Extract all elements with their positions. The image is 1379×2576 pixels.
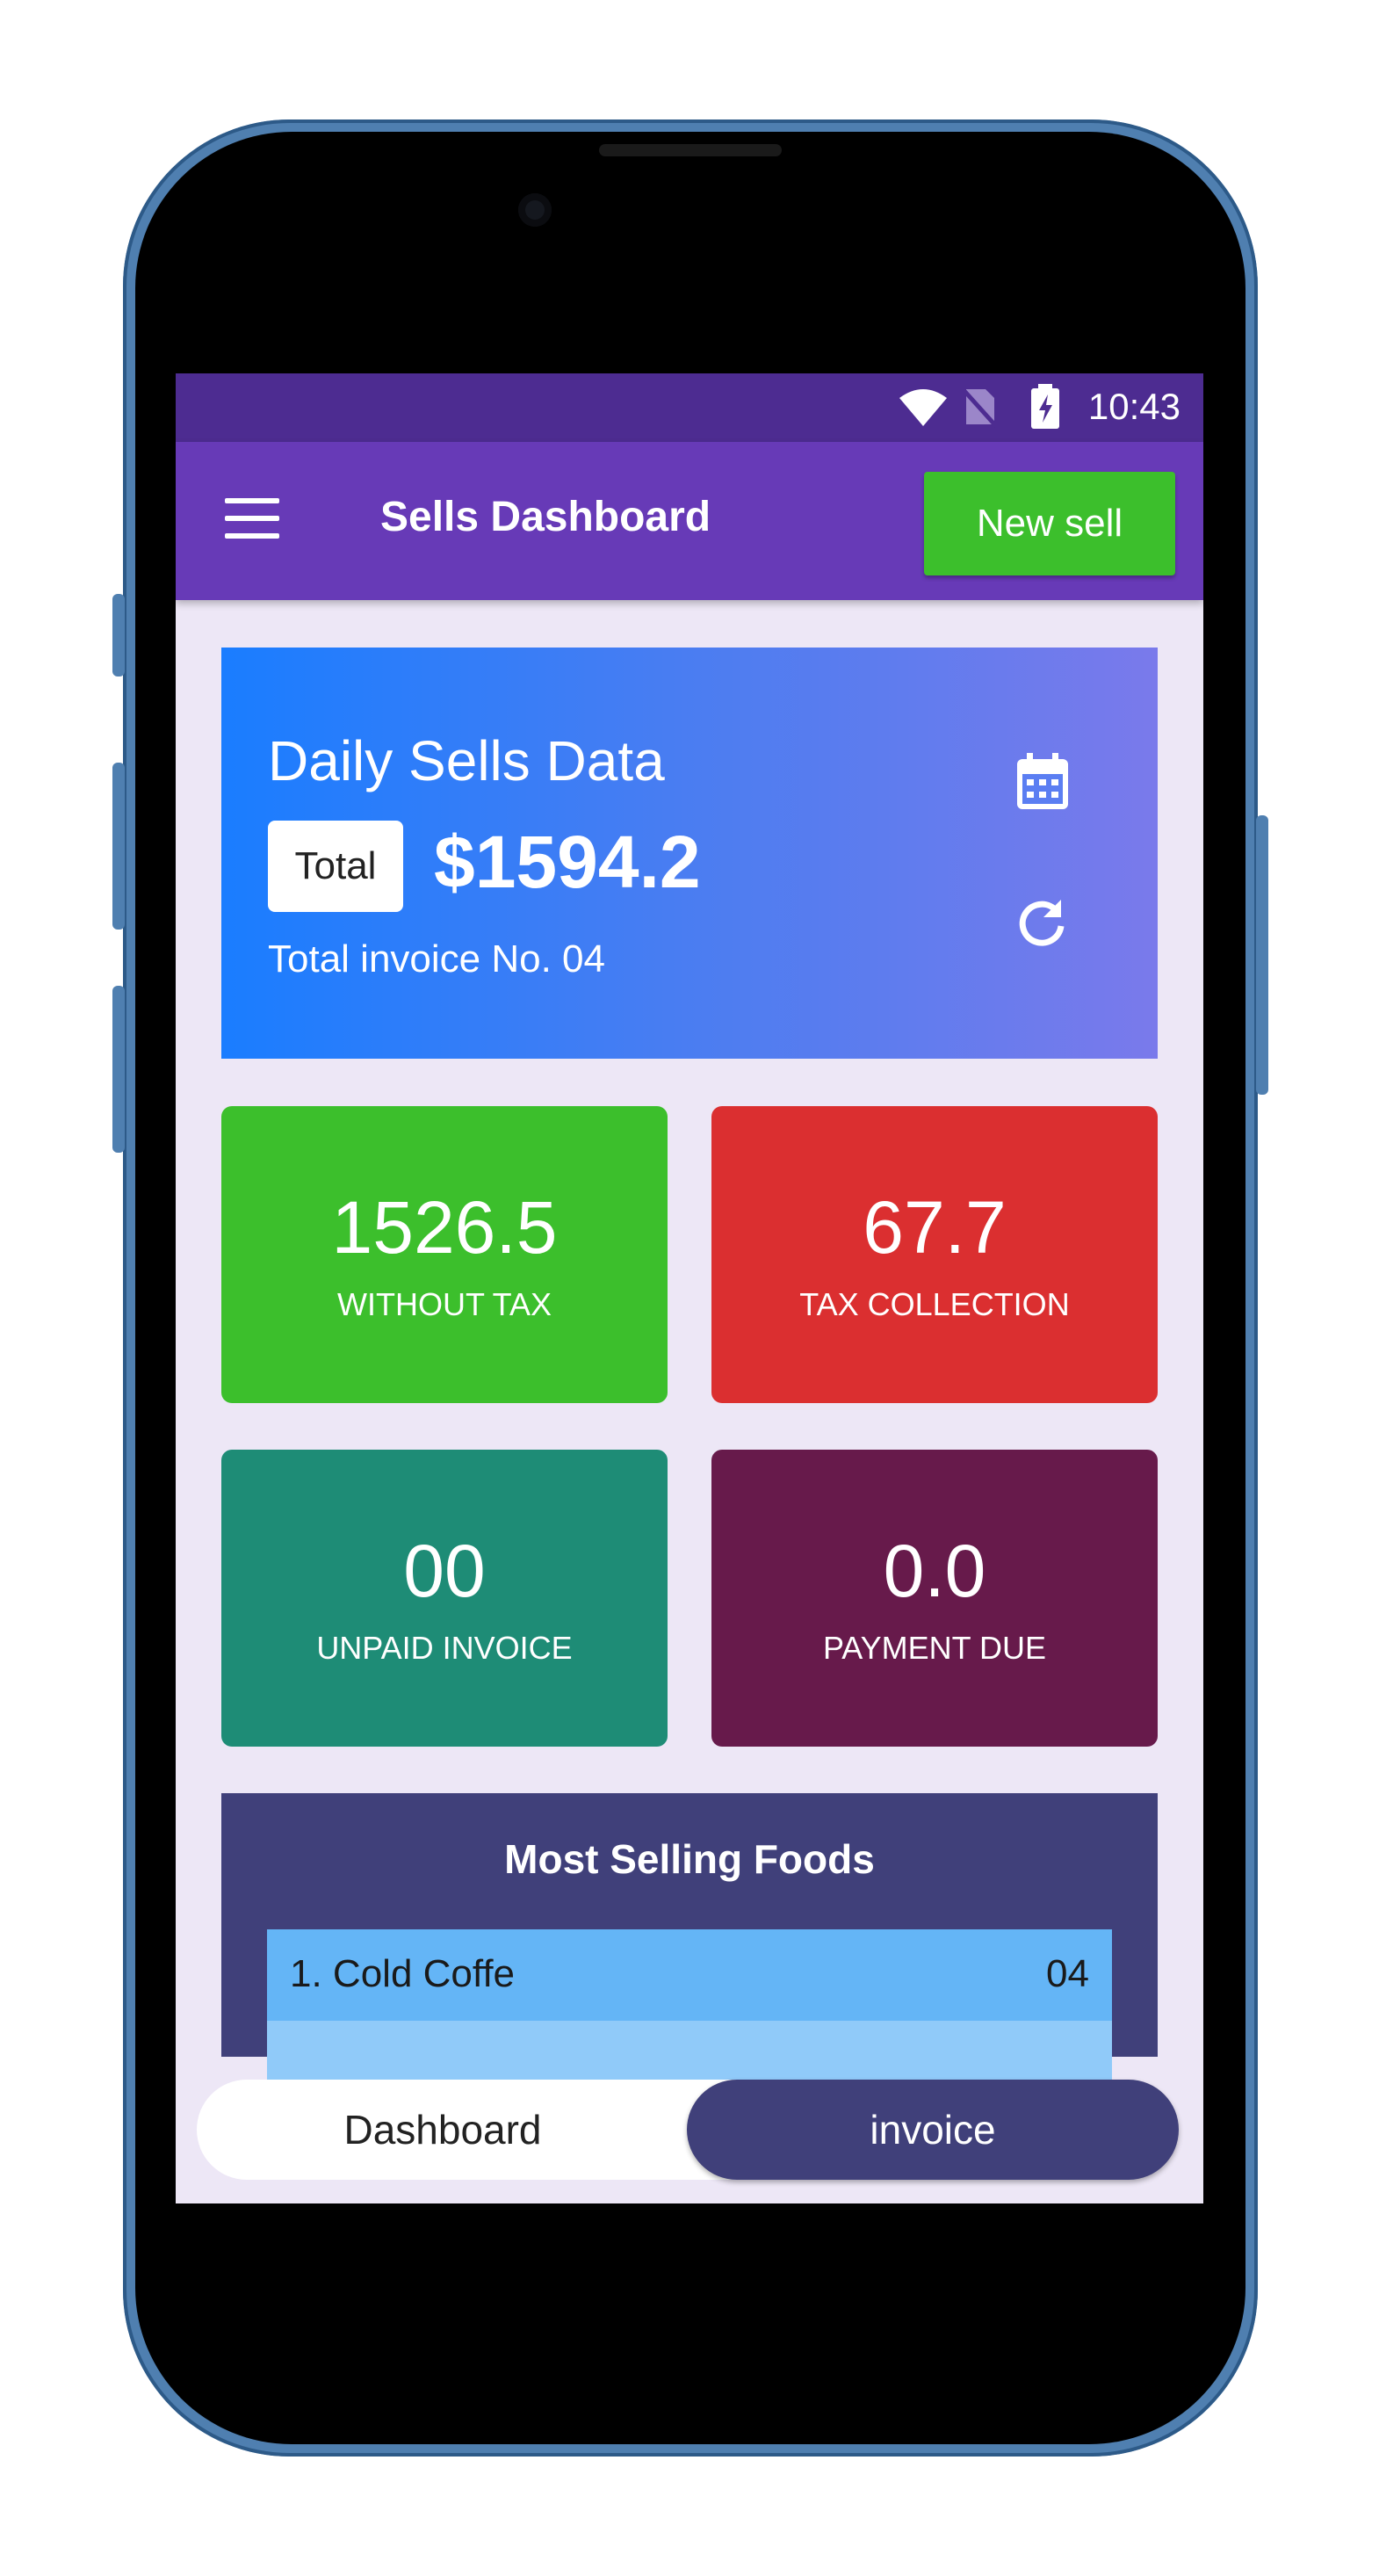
total-badge: Total xyxy=(268,821,403,912)
tab-dashboard[interactable]: Dashboard xyxy=(197,2080,689,2180)
refresh-icon[interactable] xyxy=(1015,896,1068,949)
stat-label: PAYMENT DUE xyxy=(822,1630,1047,1666)
calendar-icon[interactable] xyxy=(1015,753,1070,811)
stat-label: WITHOUT TAX xyxy=(336,1286,552,1322)
most-selling-foods-title: Most Selling Foods xyxy=(504,1836,875,1882)
app-screen: 10:43 Sells Dashboard New sell Daily Sel… xyxy=(176,373,1203,2203)
total-amount: $1594.2 xyxy=(434,821,701,903)
food-count: 04 xyxy=(1046,1952,1089,1995)
most-selling-foods-panel: Most Selling Foods 1. Cold Coffe 04 xyxy=(221,1793,1158,2112)
stat-value: 1526.5 xyxy=(331,1186,558,1269)
stat-card-unpaid-invoice[interactable]: 00 UNPAID INVOICE xyxy=(221,1450,668,1747)
app-bar: Sells Dashboard New sell xyxy=(176,442,1203,600)
hamburger-menu-icon[interactable] xyxy=(225,498,279,539)
mute-switch xyxy=(112,594,125,677)
food-name: 1. Cold Coffe xyxy=(290,1952,516,1995)
status-time: 10:43 xyxy=(1087,386,1180,427)
bottom-nav: Dashboard invoice xyxy=(197,2080,1179,2180)
stat-label: UNPAID INVOICE xyxy=(316,1630,573,1666)
battery-charging-icon xyxy=(1031,384,1059,429)
power-button xyxy=(1256,815,1268,1095)
front-camera xyxy=(518,193,552,227)
daily-sells-title: Daily Sells Data xyxy=(268,729,665,792)
earpiece-speaker xyxy=(599,144,782,156)
volume-up-button xyxy=(112,763,125,930)
page-title: Sells Dashboard xyxy=(380,494,711,540)
total-invoice-count: Total invoice No. 04 xyxy=(268,937,605,980)
stat-card-payment-due[interactable]: 0.0 PAYMENT DUE xyxy=(711,1450,1158,1747)
volume-down-button xyxy=(112,986,125,1153)
stat-value: 00 xyxy=(403,1530,486,1612)
status-bar: 10:43 xyxy=(176,373,1203,442)
daily-sells-card: Daily Sells Data Total $1594.2 Total inv… xyxy=(221,648,1158,1059)
stat-card-without-tax[interactable]: 1526.5 WITHOUT TAX xyxy=(221,1106,668,1403)
stat-label: TAX COLLECTION xyxy=(799,1286,1070,1322)
stat-card-tax-collection[interactable]: 67.7 TAX COLLECTION xyxy=(711,1106,1158,1403)
new-sell-button[interactable]: New sell xyxy=(924,472,1175,575)
stat-value: 67.7 xyxy=(863,1186,1007,1269)
list-item[interactable]: 1. Cold Coffe 04 xyxy=(267,1929,1112,2021)
no-sim-icon xyxy=(963,389,998,428)
tab-invoice[interactable]: invoice xyxy=(687,2080,1179,2180)
stat-value: 0.0 xyxy=(883,1530,986,1612)
wifi-icon xyxy=(899,389,947,426)
